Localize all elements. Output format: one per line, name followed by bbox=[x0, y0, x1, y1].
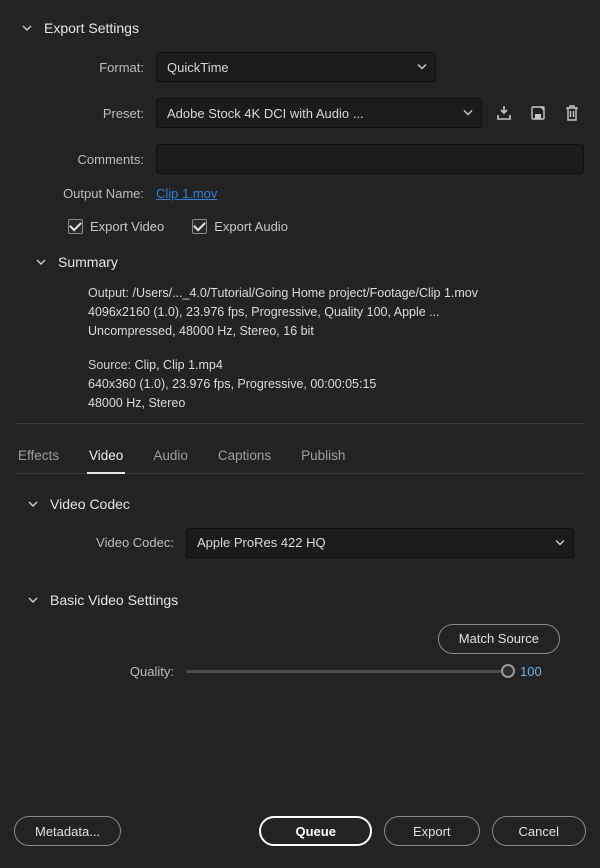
tab-audio[interactable]: Audio bbox=[151, 448, 190, 473]
video-codec-header[interactable]: Video Codec bbox=[16, 474, 584, 520]
metadata-button[interactable]: Metadata... bbox=[14, 816, 121, 846]
checkmark-icon bbox=[192, 219, 207, 234]
tab-publish[interactable]: Publish bbox=[299, 448, 347, 473]
summary-source-label: Source: bbox=[88, 358, 131, 372]
summary-header[interactable]: Summary bbox=[34, 244, 584, 278]
chevron-down-icon bbox=[417, 60, 427, 75]
summary-output-line3: Uncompressed, 48000 Hz, Stereo, 16 bit bbox=[88, 324, 314, 338]
export-button[interactable]: Export bbox=[384, 816, 480, 846]
format-value: QuickTime bbox=[167, 60, 229, 75]
slider-thumb-icon[interactable] bbox=[501, 664, 515, 678]
save-preset-icon[interactable] bbox=[526, 101, 550, 125]
queue-button[interactable]: Queue bbox=[259, 816, 371, 846]
chevron-down-icon bbox=[26, 593, 40, 607]
summary-source-line1: Clip, Clip 1.mp4 bbox=[135, 358, 223, 372]
footer-bar: Metadata... Queue Export Cancel bbox=[0, 804, 600, 868]
delete-preset-icon[interactable] bbox=[560, 101, 584, 125]
summary-output-label: Output: bbox=[88, 286, 129, 300]
quality-value[interactable]: 100 bbox=[520, 664, 560, 679]
tab-video[interactable]: Video bbox=[87, 448, 125, 474]
summary-output-line2: 4096x2160 (1.0), 23.976 fps, Progressive… bbox=[88, 305, 440, 319]
chevron-down-icon bbox=[34, 255, 48, 269]
cancel-button[interactable]: Cancel bbox=[492, 816, 586, 846]
preset-value: Adobe Stock 4K DCI with Audio ... bbox=[167, 106, 364, 121]
checkmark-icon bbox=[68, 219, 83, 234]
summary-output-line1: /Users/..._4.0/Tutorial/Going Home proje… bbox=[132, 286, 478, 300]
comments-input[interactable] bbox=[156, 144, 584, 174]
preset-label: Preset: bbox=[16, 106, 156, 121]
summary-output: Output: /Users/..._4.0/Tutorial/Going Ho… bbox=[16, 278, 584, 423]
basic-video-title: Basic Video Settings bbox=[50, 592, 178, 608]
summary-title: Summary bbox=[58, 254, 118, 270]
chevron-down-icon bbox=[20, 21, 34, 35]
export-audio-label: Export Audio bbox=[214, 219, 288, 234]
chevron-down-icon bbox=[26, 497, 40, 511]
import-preset-icon[interactable] bbox=[492, 101, 516, 125]
tab-captions[interactable]: Captions bbox=[216, 448, 273, 473]
format-label: Format: bbox=[16, 60, 156, 75]
video-codec-value: Apple ProRes 422 HQ bbox=[197, 535, 326, 550]
export-audio-checkbox[interactable]: Export Audio bbox=[192, 219, 288, 234]
preset-select[interactable]: Adobe Stock 4K DCI with Audio ... bbox=[156, 98, 482, 128]
tab-effects[interactable]: Effects bbox=[16, 448, 61, 473]
chevron-down-icon bbox=[555, 535, 565, 550]
quality-slider[interactable] bbox=[186, 670, 508, 673]
basic-video-header[interactable]: Basic Video Settings bbox=[16, 566, 584, 616]
comments-label: Comments: bbox=[16, 152, 156, 167]
video-codec-select[interactable]: Apple ProRes 422 HQ bbox=[186, 528, 574, 558]
quality-label: Quality: bbox=[16, 664, 186, 679]
match-source-button[interactable]: Match Source bbox=[438, 624, 560, 654]
video-codec-title: Video Codec bbox=[50, 496, 130, 512]
summary-source-line3: 48000 Hz, Stereo bbox=[88, 396, 185, 410]
settings-tabs: Effects Video Audio Captions Publish bbox=[16, 440, 584, 474]
export-video-checkbox[interactable]: Export Video bbox=[68, 219, 164, 234]
output-name-label: Output Name: bbox=[16, 186, 156, 201]
chevron-down-icon bbox=[463, 106, 473, 121]
format-select[interactable]: QuickTime bbox=[156, 52, 436, 82]
export-settings-header[interactable]: Export Settings bbox=[16, 10, 584, 44]
summary-source-line2: 640x360 (1.0), 23.976 fps, Progressive, … bbox=[88, 377, 376, 391]
export-settings-title: Export Settings bbox=[44, 20, 139, 36]
video-codec-label: Video Codec: bbox=[16, 535, 186, 550]
export-video-label: Export Video bbox=[90, 219, 164, 234]
output-name-link[interactable]: Clip 1.mov bbox=[156, 186, 217, 201]
